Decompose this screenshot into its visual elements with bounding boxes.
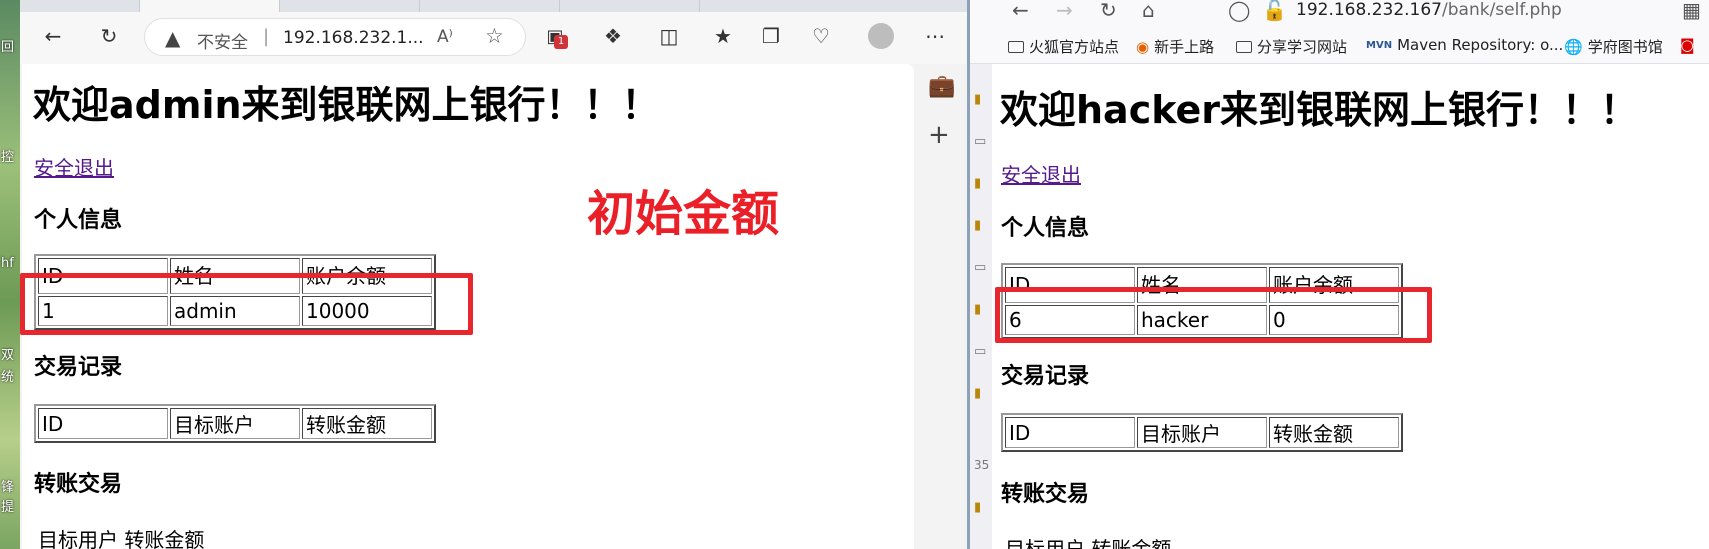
transactions-heading: 交易记录	[1001, 364, 1090, 389]
page-title: 欢迎hacker来到银联网上银行！！！	[1000, 88, 1638, 132]
transactions-table: ID 目标账户 转账金额	[34, 404, 436, 443]
transactions-heading: 交易记录	[34, 355, 123, 380]
table-header-cell: 目标账户	[1137, 417, 1267, 448]
firefox-url[interactable]: 192.168.232.167/bank/self.php	[1296, 0, 1562, 20]
red-e-icon[interactable]: ◙	[1680, 36, 1695, 54]
transfer-form-labels: 目标用户 转账金额	[38, 528, 205, 549]
folder-icon[interactable]: ▮	[974, 302, 981, 317]
globe-icon: 🌐	[1564, 37, 1583, 56]
more-menu-icon[interactable]: ⋯	[920, 21, 950, 51]
desktop-label: 双	[1, 348, 15, 363]
collections-icon[interactable]: ❐	[756, 21, 786, 51]
bookmark-item[interactable]: MVN Maven Repository: o...	[1366, 36, 1563, 54]
read-aloud-icon[interactable]: A⁾	[437, 27, 453, 47]
url-path: /bank/self.php	[1442, 0, 1562, 20]
highlight-box-hacker	[995, 287, 1432, 343]
edge-address-bar[interactable]: ▲ 不安全 | 192.168.232.1... A⁾ ☆	[144, 18, 526, 56]
bookmark-item[interactable]: 火狐官方站点	[1008, 36, 1119, 57]
desktop-label: 回	[1, 40, 15, 55]
table-header-cell: 转账金额	[302, 408, 432, 439]
extension-icon[interactable]: ▣ 1	[540, 21, 570, 51]
desktop-label: 控	[1, 150, 15, 165]
firefox-icon: ◉	[1136, 37, 1150, 56]
refresh-icon[interactable]: ↻	[94, 21, 124, 51]
folder-icon[interactable]: ▮	[974, 386, 981, 401]
edge-tab[interactable]	[20, 0, 140, 12]
address-separator: |	[263, 26, 270, 47]
table-header-cell: ID	[38, 408, 168, 439]
extension-badge: 1	[554, 35, 568, 49]
forward-arrow-icon[interactable]: →	[1056, 0, 1073, 22]
edge-tab[interactable]	[420, 0, 560, 12]
back-arrow-icon[interactable]: ←	[1012, 0, 1029, 22]
table-header-cell: 目标账户	[170, 408, 300, 439]
logout-link[interactable]: 安全退出	[34, 152, 114, 181]
browser-health-icon[interactable]: ♡	[806, 21, 836, 51]
firefox-nav-bar: ← → ↻ ⌂ ◯ 🔓 192.168.232.167/bank/self.ph…	[970, 0, 1709, 26]
insecure-label[interactable]: 不安全	[197, 28, 248, 53]
folder-icon	[1236, 40, 1252, 53]
bookmark-item[interactable]: 🌐 学府图书馆	[1564, 36, 1663, 57]
bookmarks-toolbar: 火狐官方站点 ◉ 新手上路 分享学习网站 MVN Maven Repository:…	[970, 26, 1709, 64]
back-arrow-icon[interactable]: ←	[38, 21, 68, 51]
firefox-sidebar: ▮ ▮ ▮ ▭ ▮ ▮ ▭ ▮ ▭ ▮ 35 ▮	[970, 0, 992, 549]
edge-toolbar: ← ↻ ▲ 不安全 | 192.168.232.1... A⁾ ☆ ▣ 1 ❖ …	[20, 12, 967, 64]
table-header-cell: 转账金额	[1269, 417, 1399, 448]
desktop-label: 提	[1, 500, 15, 515]
split-screen-icon[interactable]: ◫	[654, 21, 684, 51]
logout-link[interactable]: 安全退出	[1001, 159, 1081, 188]
edge-tab[interactable]	[560, 0, 700, 12]
folder-icon[interactable]: ▮	[974, 218, 981, 233]
personal-info-heading: 个人信息	[1001, 216, 1090, 241]
annotation-initial-amount: 初始金额	[587, 186, 780, 242]
toolbox-icon[interactable]: 💼	[928, 74, 955, 99]
desktop-label: hf	[1, 256, 14, 271]
desktop-label: 锋	[1, 480, 15, 495]
edge-tab-active[interactable]	[140, 0, 280, 12]
address-url[interactable]: 192.168.232.1...	[283, 28, 424, 48]
side-number: 35	[974, 458, 990, 472]
folder-icon	[1008, 40, 1024, 53]
profile-avatar[interactable]	[866, 21, 896, 51]
file-icon[interactable]: ▭	[974, 260, 986, 275]
folder-icon[interactable]: ▮	[974, 92, 981, 107]
table-header-row: ID 目标账户 转账金额	[38, 408, 432, 439]
bookmark-item[interactable]: 分享学习网站	[1236, 36, 1347, 57]
warning-triangle-icon: ▲	[165, 26, 181, 50]
desktop-label: 统	[1, 370, 15, 385]
page-title: 欢迎admin来到银联网上银行！！！	[33, 83, 660, 127]
qr-code-icon[interactable]: ▦	[1682, 0, 1701, 22]
add-plus-icon[interactable]: +	[928, 120, 950, 150]
firefox-window: ▮ ▮ ▮ ▭ ▮ ▮ ▭ ▮ ▭ ▮ 35 ▮ ← → ↻ ⌂ ◯ 🔓 192…	[970, 0, 1709, 549]
table-header-row: ID 目标账户 转账金额	[1005, 417, 1399, 448]
home-icon[interactable]: ⌂	[1142, 0, 1155, 22]
shield-icon[interactable]: ◯	[1228, 0, 1250, 22]
reload-icon[interactable]: ↻	[1100, 0, 1117, 22]
url-host: 192.168.232.167	[1296, 0, 1443, 20]
folder-icon[interactable]: ▮	[974, 176, 981, 191]
file-icon[interactable]: ▭	[974, 344, 986, 359]
edge-sidebar: 💼 +	[914, 64, 967, 549]
file-icon[interactable]: ▭	[974, 134, 986, 149]
transfer-heading: 转账交易	[34, 472, 123, 497]
favorite-star-icon[interactable]: ☆	[485, 24, 504, 48]
personal-info-heading: 个人信息	[34, 208, 123, 233]
edge-tab-strip	[20, 0, 967, 12]
transfer-heading: 转账交易	[1001, 482, 1090, 507]
insecure-lock-icon[interactable]: 🔓	[1262, 0, 1287, 22]
folder-icon[interactable]: ▮	[974, 500, 981, 515]
maven-icon: MVN	[1366, 39, 1393, 51]
bookmark-item[interactable]: ◉ 新手上路	[1136, 36, 1214, 57]
edge-tab[interactable]	[280, 0, 420, 12]
table-header-cell: ID	[1005, 417, 1135, 448]
favorites-icon[interactable]: ★	[708, 21, 738, 51]
transactions-table: ID 目标账户 转账金额	[1001, 413, 1403, 452]
desktop-background: 回 控 hf 双 统 锋 提	[0, 0, 20, 549]
transfer-form-labels: 目标用户 转账金额	[1005, 537, 1172, 549]
highlight-box-admin	[20, 273, 473, 335]
puzzle-extensions-icon[interactable]: ❖	[598, 21, 628, 51]
